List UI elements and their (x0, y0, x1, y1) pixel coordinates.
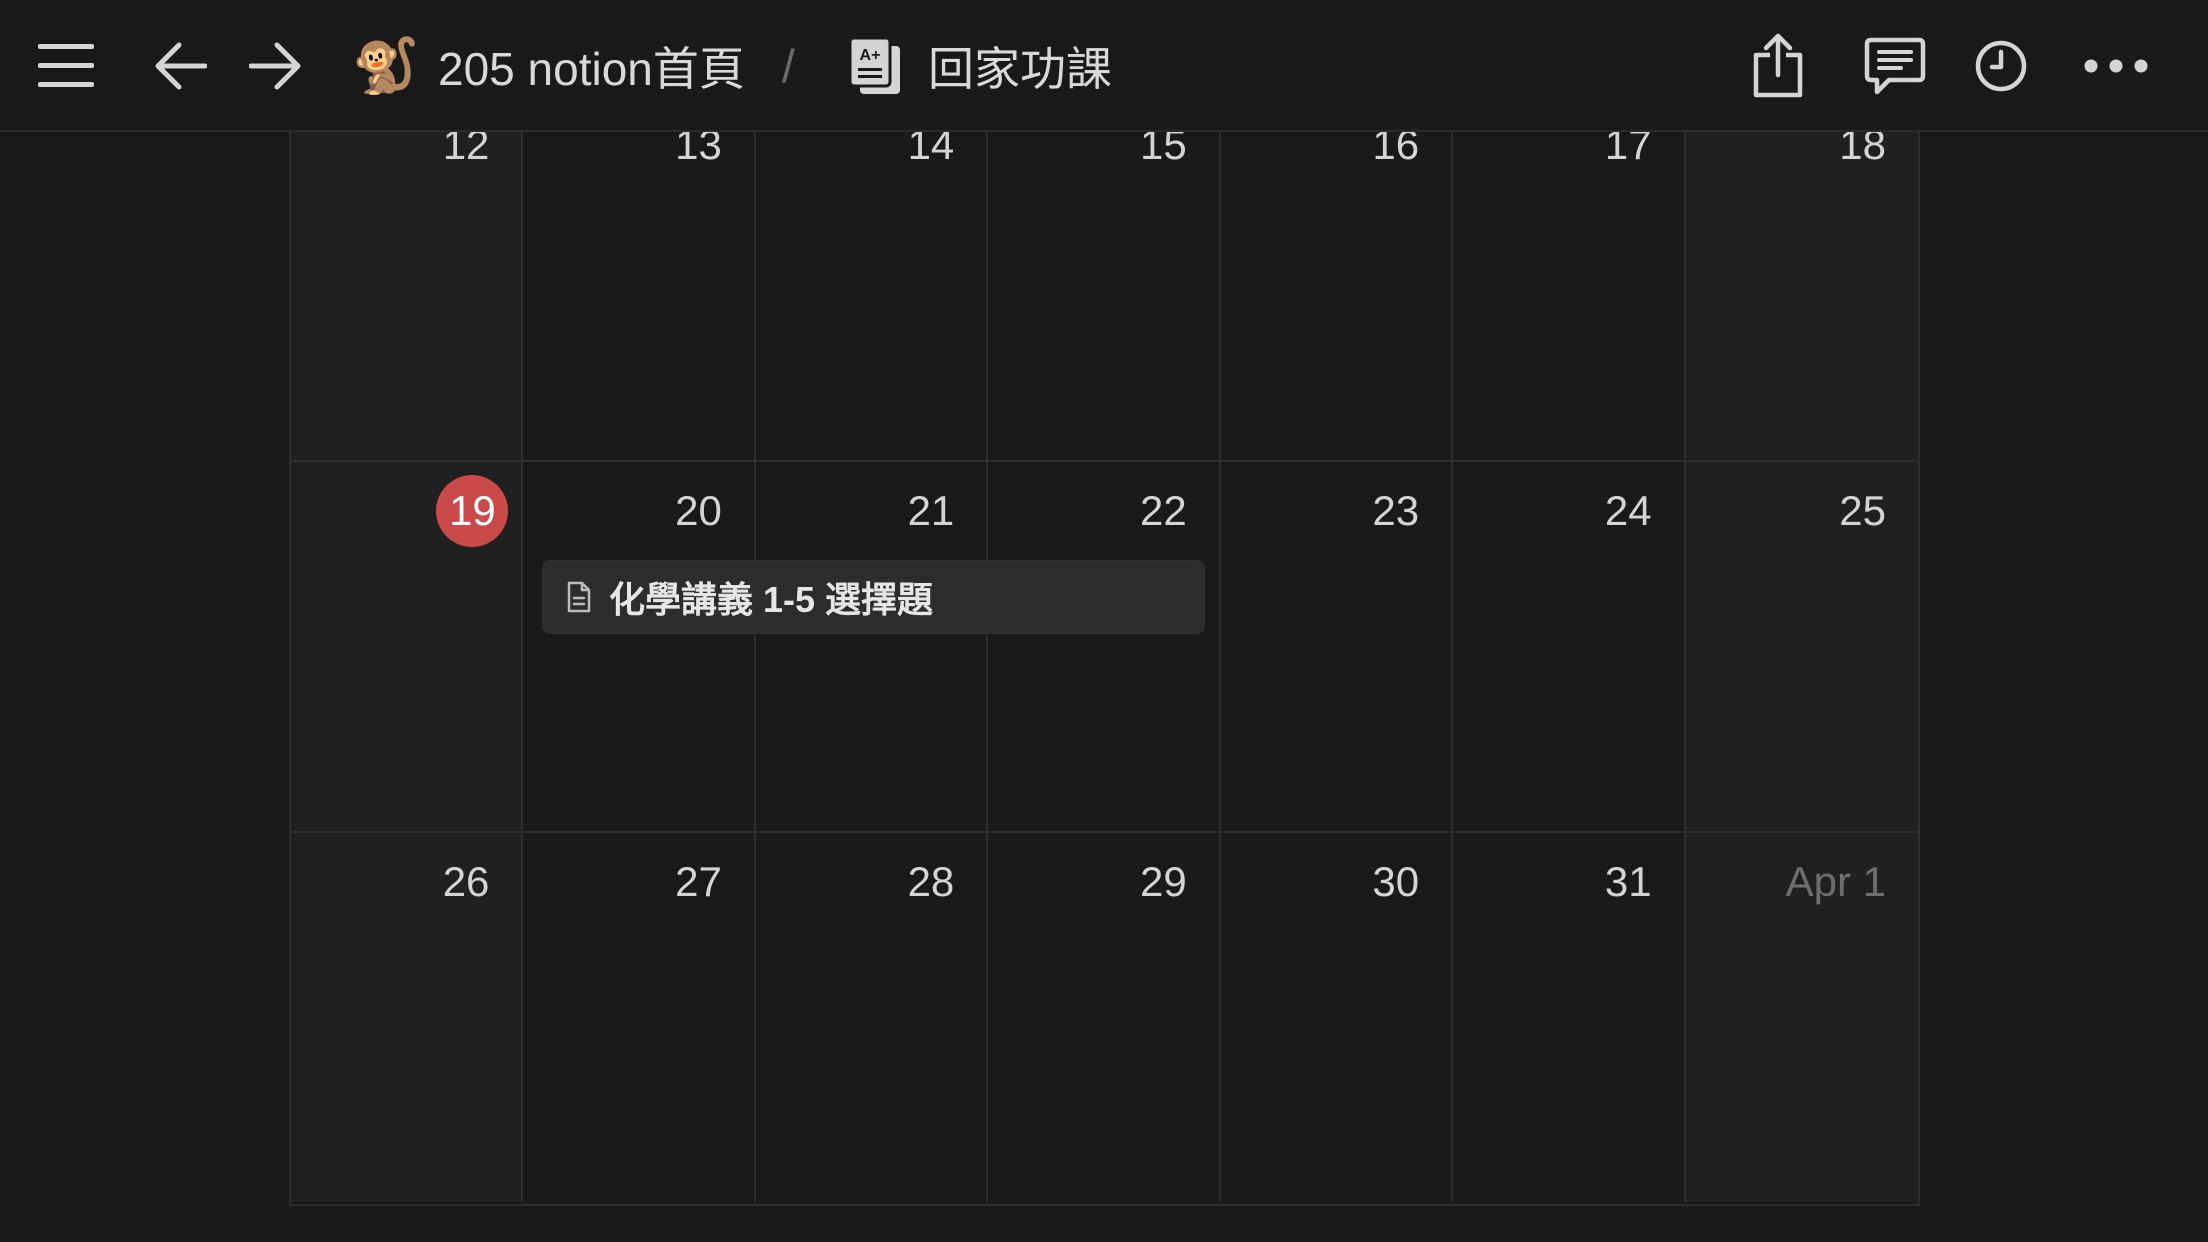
day-cell[interactable]: 18 (1685, 90, 1918, 460)
day-number: 30 (1372, 858, 1420, 905)
breadcrumb-workspace[interactable]: 205 notion首頁 (438, 0, 745, 132)
day-cell[interactable]: 24 (1453, 460, 1686, 831)
day-cell[interactable]: 31 (1453, 831, 1686, 1202)
day-number: 22 (1139, 487, 1187, 534)
day-cell[interactable]: 16 (1220, 90, 1454, 460)
day-cell[interactable]: 29 (988, 831, 1221, 1202)
comment-icon[interactable] (1855, 26, 1935, 106)
day-cell[interactable]: 26 (291, 831, 524, 1202)
day-number: Apr 1 (1785, 858, 1886, 905)
day-cell[interactable]: 23 (1220, 460, 1454, 831)
day-cell[interactable]: 28 (755, 831, 989, 1202)
more-options-icon[interactable] (2076, 26, 2156, 106)
day-cell[interactable]: 25 (1685, 460, 1918, 831)
day-number: 21 (907, 487, 955, 534)
day-number: 31 (1604, 858, 1652, 905)
breadcrumb-page-title[interactable]: 回家功課 (928, 0, 1112, 132)
share-icon[interactable] (1738, 26, 1818, 106)
calendar-event-card[interactable]: 化學講義 1-5 選擇題 (543, 561, 1204, 633)
day-number: 26 (442, 858, 490, 905)
page-icon (559, 577, 599, 617)
grade-document-icon[interactable]: A+ (836, 26, 916, 106)
day-number: 23 (1372, 487, 1420, 534)
day-cell[interactable]: 22 (988, 460, 1221, 831)
day-number: 20 (675, 487, 722, 534)
day-cell-today[interactable]: 19 (291, 460, 524, 831)
today-badge: 19 (436, 475, 509, 547)
event-title: 化學講義 1-5 選擇題 (609, 579, 934, 620)
day-number: 27 (675, 858, 722, 905)
day-cell[interactable]: 21 (755, 460, 989, 831)
day-cell[interactable]: 13 (523, 90, 756, 460)
workspace-emoji-icon[interactable]: 🐒 (352, 0, 419, 132)
svg-text:A+: A+ (860, 47, 881, 64)
day-number: 28 (907, 858, 955, 905)
day-cell[interactable]: 30 (1220, 831, 1454, 1202)
breadcrumb-separator: / (782, 40, 795, 92)
forward-arrow-icon[interactable] (236, 26, 316, 106)
menu-icon[interactable] (26, 26, 106, 106)
day-cell[interactable]: Apr 1 (1685, 831, 1918, 1202)
top-navigation-bar: 🐒 205 notion首頁 / A+ 回家功課 (0, 0, 2208, 132)
day-cell[interactable]: 27 (523, 831, 756, 1202)
history-clock-icon[interactable] (1961, 26, 2041, 106)
calendar-month-grid: 12 13 14 15 16 17 18 19 20 21 22 23 24 2… (289, 90, 1920, 1206)
day-cell[interactable]: 17 (1453, 90, 1686, 460)
day-number: 25 (1839, 487, 1886, 534)
back-arrow-icon[interactable] (140, 26, 220, 106)
day-number: 24 (1604, 487, 1652, 534)
day-cell[interactable]: 14 (755, 90, 989, 460)
day-cell[interactable]: 12 (291, 90, 524, 460)
day-cell[interactable]: 20 (523, 460, 756, 831)
day-number: 29 (1139, 858, 1187, 905)
day-cell[interactable]: 15 (988, 90, 1221, 460)
